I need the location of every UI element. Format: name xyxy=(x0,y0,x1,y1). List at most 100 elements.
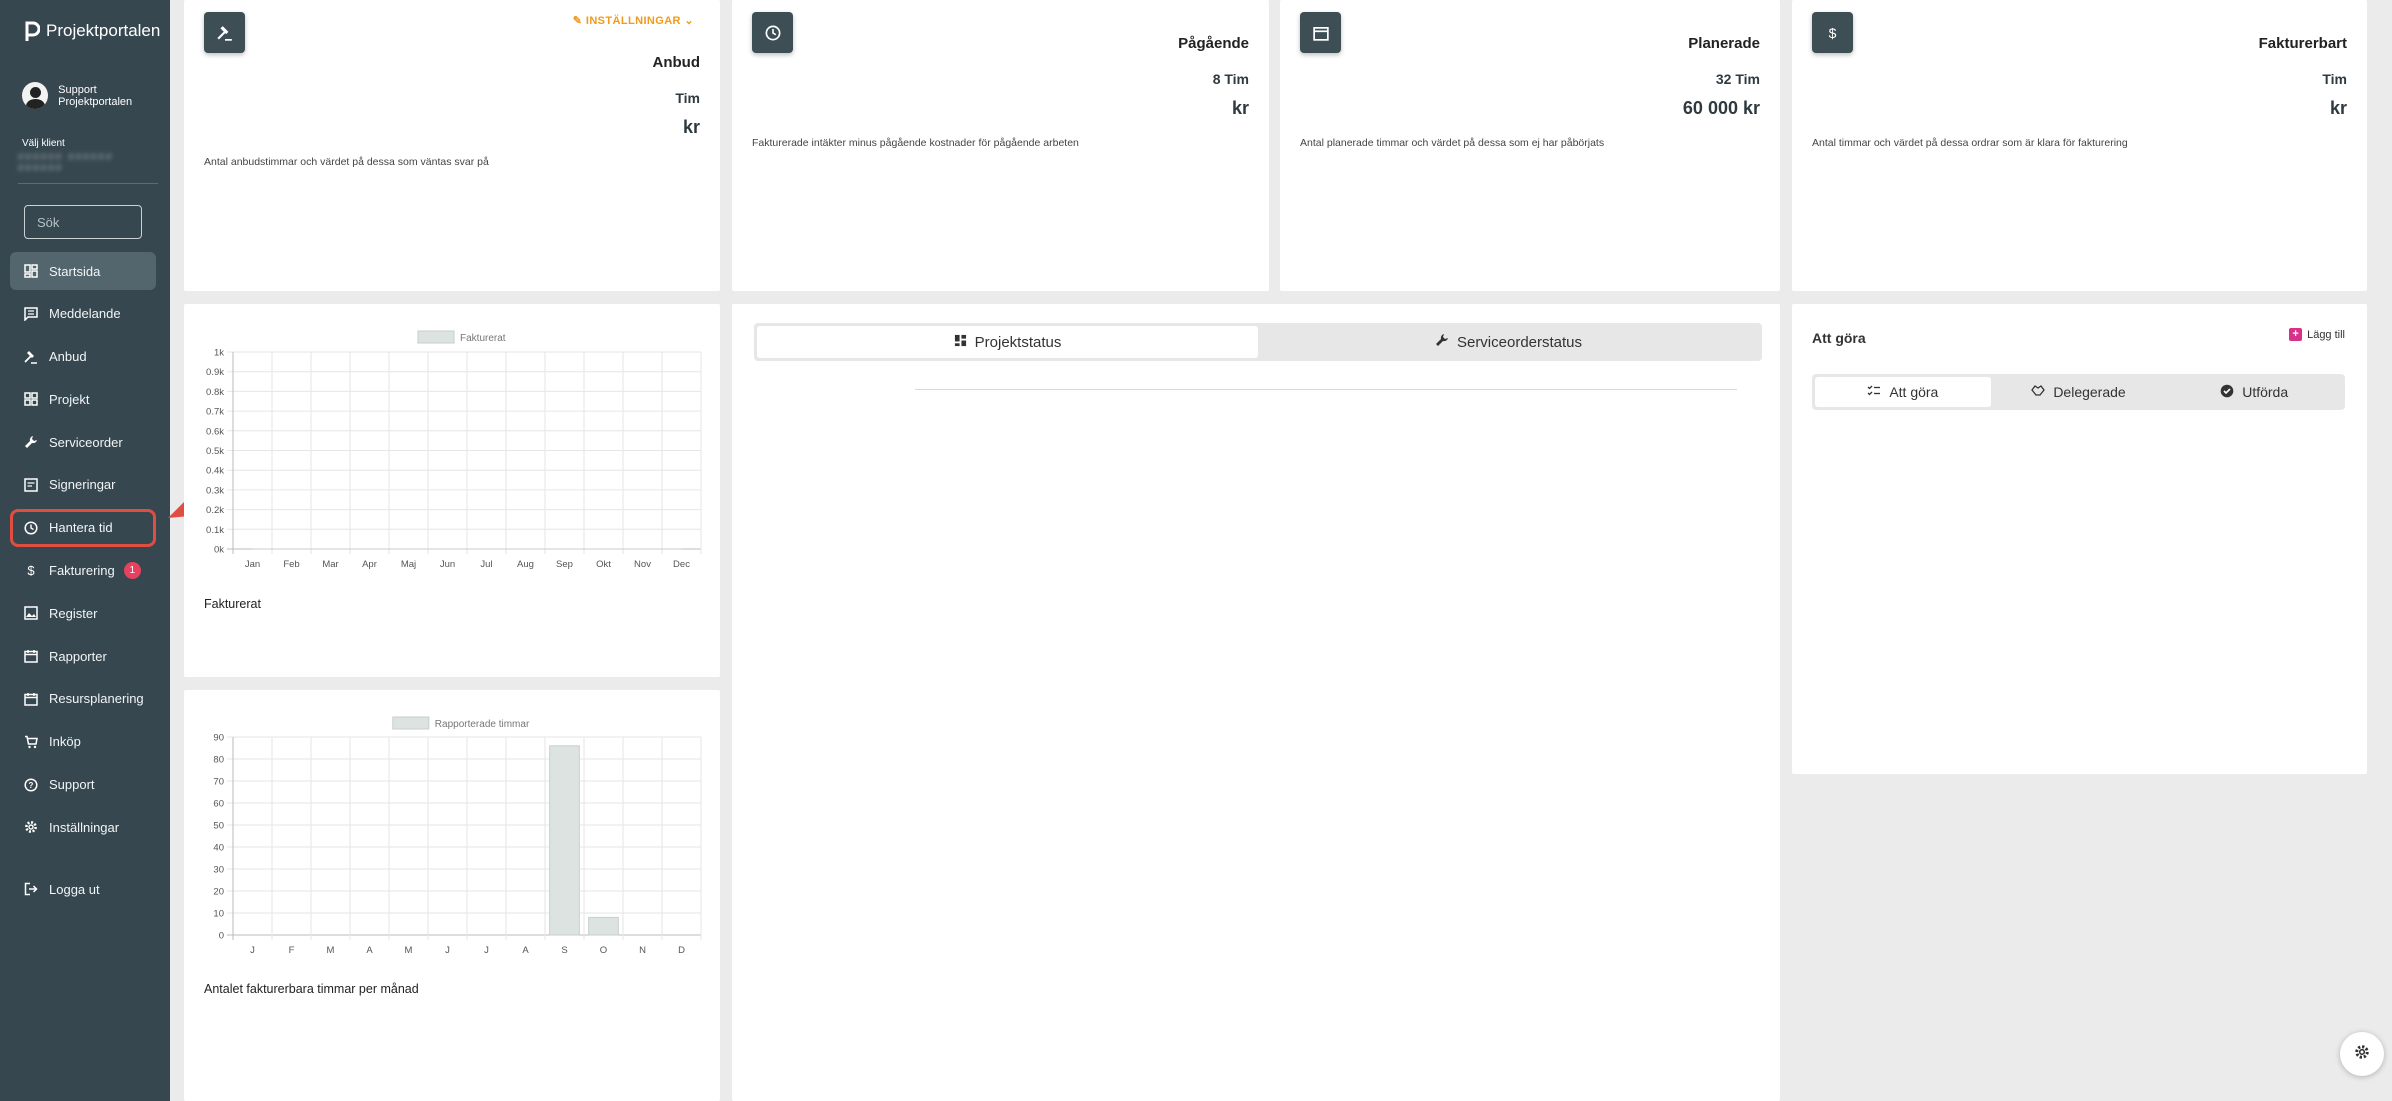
tab-delegerade[interactable]: Delegerade xyxy=(1991,377,2167,407)
gavel-icon xyxy=(204,12,245,53)
y-tick-label: 90 xyxy=(213,733,224,744)
calendar-icon xyxy=(24,649,38,663)
sidebar-item-inkop[interactable]: Inköp xyxy=(10,723,156,761)
dollar-icon: $ xyxy=(1812,12,1853,53)
check-circle-icon xyxy=(2220,384,2234,401)
x-tick-label: A xyxy=(522,945,529,956)
kpi-description: Antal anbudstimmar och värdet på dessa s… xyxy=(204,156,489,168)
help-icon: ? xyxy=(24,778,38,792)
settings-link[interactable]: ✎ INSTÄLLNINGAR ⌄ xyxy=(573,14,694,27)
grid-icon xyxy=(954,334,967,351)
logout-icon xyxy=(24,882,38,896)
kpi-money: kr xyxy=(2329,98,2347,118)
gavel-icon xyxy=(24,350,38,364)
y-tick-label: 0.9k xyxy=(206,367,224,378)
chart-caption: Fakturerat xyxy=(204,597,261,611)
sidebar-item-meddelande[interactable]: Meddelande xyxy=(10,295,156,333)
todo-tabs: Att göra Delegerade Utförda xyxy=(1812,374,2345,410)
x-tick-label: Jun xyxy=(440,559,455,570)
x-tick-label: S xyxy=(561,945,567,956)
status-tabs: Projektstatus Serviceorderstatus xyxy=(754,323,1762,361)
notification-badge: 1 xyxy=(123,562,141,580)
x-tick-label: F xyxy=(289,945,295,956)
logo-icon xyxy=(25,21,40,41)
kpi-card-planerade: Planerade 32 Tim 60 000 kr Antal planera… xyxy=(1280,0,1780,291)
y-tick-label: 50 xyxy=(213,821,224,832)
sidebar-item-label: Support xyxy=(49,777,95,793)
search-input[interactable] xyxy=(24,205,142,239)
user-profile[interactable]: Support Projektportalen xyxy=(22,82,170,109)
calendar-icon xyxy=(24,692,38,706)
client-label: Välj klient xyxy=(22,138,65,149)
sidebar-item-serviceorder[interactable]: Serviceorder xyxy=(10,423,156,461)
tab-label: Att göra xyxy=(1889,384,1939,400)
sidebar-item-logout[interactable]: Logga ut xyxy=(10,870,156,908)
sidebar-item-rapporter[interactable]: Rapporter xyxy=(10,637,156,675)
todo-card: Att göra + Lägg till Att göra Delegerade… xyxy=(1792,304,2367,774)
chart-bar xyxy=(588,916,619,936)
app-title: Projektportalen xyxy=(46,21,161,40)
add-todo-button[interactable]: + Lägg till xyxy=(2289,328,2345,341)
kpi-title: Planerade xyxy=(1688,35,1760,52)
pencil-icon: ✎ xyxy=(572,15,583,27)
y-tick-label: 0.3k xyxy=(206,485,224,496)
x-tick-label: Okt xyxy=(596,559,611,570)
hours-chart-card: Rapporterade timmar 0 10 20 30 40 50 60 70 80 90 J F… xyxy=(184,690,720,1101)
tab-label: Projektstatus xyxy=(974,333,1062,351)
sidebar-item-label: Inställningar xyxy=(49,819,120,835)
kpi-money: kr xyxy=(682,117,700,137)
x-tick-label: Jul xyxy=(480,559,492,570)
sidebar-item-support[interactable]: ? Support xyxy=(10,766,156,804)
sidebar-item-hantera-tid[interactable]: Hantera tid xyxy=(10,508,156,547)
sidebar-item-label: Logga ut xyxy=(49,881,100,897)
tab-projektstatus[interactable]: Projektstatus xyxy=(757,326,1258,358)
hours-bar-chart: Rapporterade timmar 0 10 20 30 40 50 60 70 80 90 J F… xyxy=(213,716,702,956)
x-tick-label: Mar xyxy=(322,559,338,570)
add-label: Lägg till xyxy=(2307,328,2345,341)
sidebar-item-resursplanering[interactable]: Resursplanering xyxy=(10,680,156,718)
sidebar-item-signeringar[interactable]: Signeringar xyxy=(10,466,156,504)
tab-att-gora[interactable]: Att göra xyxy=(1815,377,1991,407)
x-tick-label: Apr xyxy=(362,559,377,570)
sidebar-item-startsida[interactable]: Startsida xyxy=(10,252,156,290)
plus-icon: + xyxy=(2289,328,2303,341)
kpi-title: Anbud xyxy=(652,54,700,71)
y-tick-label: 0k xyxy=(214,545,224,556)
client-selector[interactable]: ###### ###### ###### xyxy=(18,152,158,174)
y-tick-label: 0.2k xyxy=(206,505,224,516)
kpi-description: Antal timmar och värdet på dessa ordrar … xyxy=(1812,137,2128,149)
y-tick-label: 0.5k xyxy=(206,446,224,457)
wrench-icon xyxy=(24,435,38,449)
invoiced-line-chart: Fakturerat 0k 0.1k 0.2k 0.3k 0.4k 0.5k 0.6k 0.7k… xyxy=(206,330,702,570)
sidebar-item-projekt[interactable]: Projekt xyxy=(10,380,156,418)
kpi-title: Fakturerbart xyxy=(2258,35,2347,52)
tab-utforda[interactable]: Utförda xyxy=(2166,377,2342,407)
kpi-money: kr xyxy=(1231,98,1249,118)
sidebar-item-anbud[interactable]: Anbud xyxy=(10,338,156,376)
y-tick-label: 0.8k xyxy=(206,387,224,398)
app-logo[interactable]: Projektportalen xyxy=(24,20,160,42)
chart-caption: Antalet fakturerbara timmar per månad xyxy=(204,982,419,996)
sidebar-item-label: Serviceorder xyxy=(49,434,123,450)
legend-swatch xyxy=(392,716,430,730)
signature-icon xyxy=(24,478,38,492)
sidebar-item-fakturering[interactable]: $ Fakturering 1 xyxy=(10,552,156,590)
todo-title: Att göra xyxy=(1812,330,1866,346)
dollar-icon: $ xyxy=(27,563,35,579)
tab-serviceorderstatus[interactable]: Serviceorderstatus xyxy=(1258,326,1759,358)
sidebar-item-installningar[interactable]: Inställningar xyxy=(10,808,156,846)
x-tick-label: Sep xyxy=(556,559,573,570)
legend-label: Fakturerat xyxy=(460,333,506,344)
x-tick-label: Maj xyxy=(401,559,416,570)
sidebar: Projektportalen Support Projektportalen … xyxy=(0,0,170,1101)
sidebar-item-label: Hantera tid xyxy=(49,520,113,536)
svg-text:?: ? xyxy=(29,781,34,790)
sidebar-item-register[interactable]: Register xyxy=(10,594,156,632)
kpi-hours: Tim xyxy=(2322,71,2347,87)
y-tick-label: 40 xyxy=(213,843,224,854)
sidebar-item-label: Fakturering xyxy=(49,563,115,579)
floating-settings-button[interactable] xyxy=(2340,1032,2384,1076)
x-tick-label: Aug xyxy=(517,559,534,570)
y-tick-label: 80 xyxy=(213,755,224,766)
x-tick-label: Feb xyxy=(283,559,299,570)
